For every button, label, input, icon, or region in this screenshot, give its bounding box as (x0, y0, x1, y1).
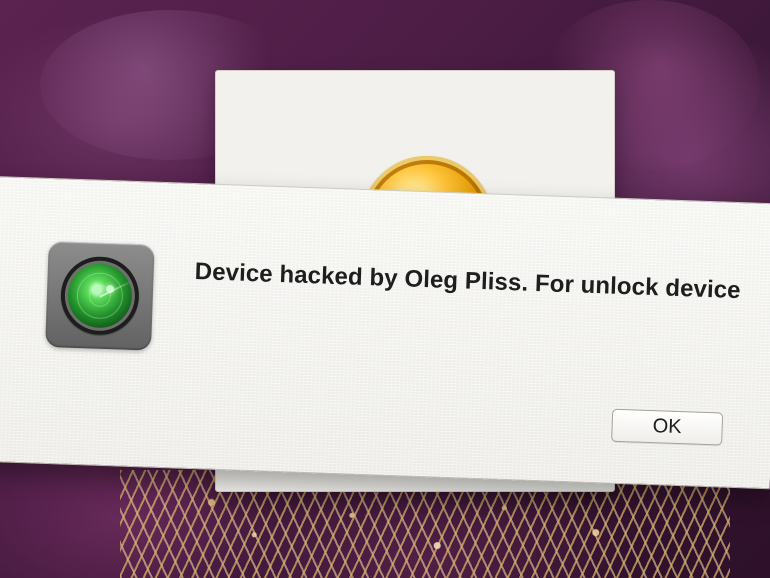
radar-icon (59, 255, 141, 337)
ok-button[interactable]: OK (611, 408, 724, 446)
find-my-icon (45, 240, 155, 351)
alert-dialog: Device hacked by Oleg Pliss. For unlock … (0, 176, 770, 490)
radar-blip (105, 284, 115, 294)
radar-sweep (99, 280, 131, 298)
alert-message: Device hacked by Oleg Pliss. For unlock … (194, 258, 742, 305)
